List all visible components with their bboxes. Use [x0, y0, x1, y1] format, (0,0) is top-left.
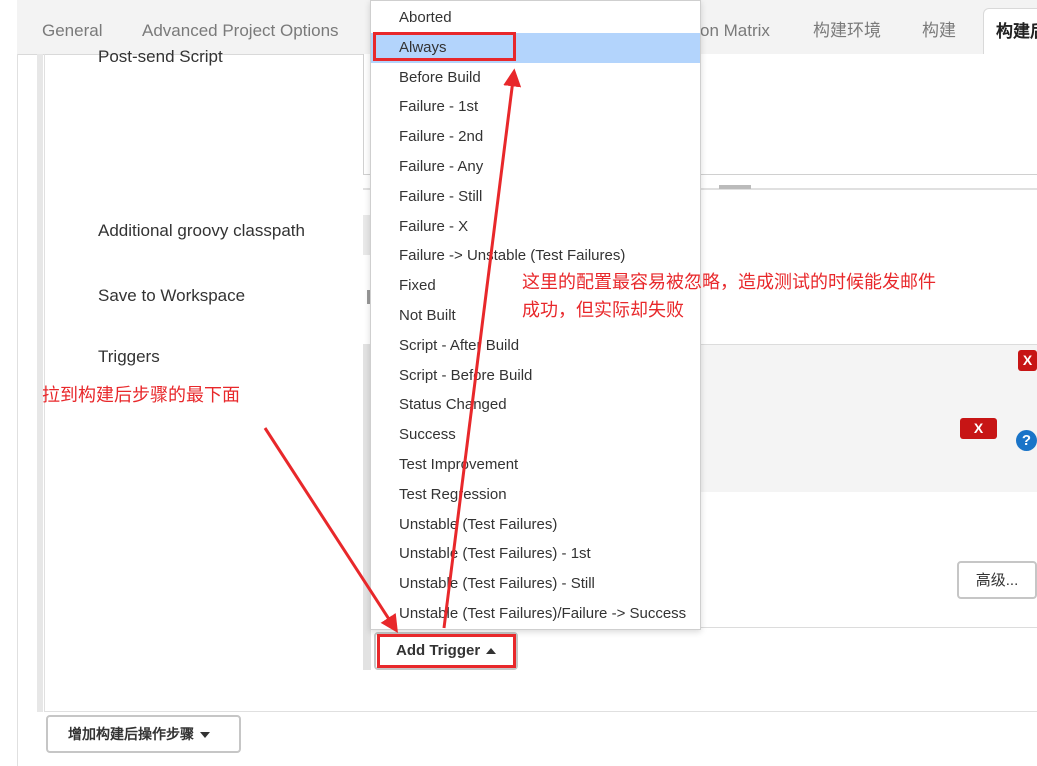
- annotation-scroll-note: 拉到构建后步骤的最下面: [42, 385, 240, 406]
- delete-trigger-button[interactable]: X: [960, 418, 997, 439]
- triggers-label: Triggers: [98, 347, 160, 366]
- tab-matrix[interactable]: on Matrix: [700, 0, 770, 54]
- menu-item-before-build[interactable]: Before Build: [371, 63, 700, 93]
- tab-post-build[interactable]: 构建后: [983, 8, 1037, 59]
- menu-item-unstable-still[interactable]: Unstable (Test Failures) - Still: [371, 569, 700, 599]
- menu-item-success[interactable]: Success: [371, 420, 700, 450]
- save-to-workspace-label: Save to Workspace: [98, 286, 246, 305]
- section-divider: [44, 711, 1037, 712]
- menu-item-failure-to-unstable[interactable]: Failure -> Unstable (Test Failures): [371, 241, 700, 271]
- tab-advanced-project-options[interactable]: Advanced Project Options: [142, 0, 339, 54]
- post-send-script-label: Post-send Script: [98, 47, 223, 66]
- groovy-classpath-label: Additional groovy classpath: [98, 221, 305, 240]
- menu-item-unstable[interactable]: Unstable (Test Failures): [371, 510, 700, 540]
- delete-trigger-button[interactable]: X: [1018, 350, 1037, 371]
- menu-item-script-before-build[interactable]: Script - Before Build: [371, 361, 700, 391]
- add-post-build-step-button[interactable]: 增加构建后操作步骤: [46, 715, 241, 753]
- highlight-add-trigger-box: [377, 634, 516, 668]
- add-post-build-step-label: 增加构建后操作步骤: [68, 726, 194, 742]
- menu-item-aborted[interactable]: Aborted: [371, 3, 700, 33]
- menu-item-failure-any[interactable]: Failure - Any: [371, 152, 700, 182]
- caret-down-icon: [200, 732, 210, 739]
- menu-item-unstable-failure-to-success[interactable]: Unstable (Test Failures)/Failure -> Succ…: [371, 599, 700, 629]
- help-icon[interactable]: ?: [1016, 430, 1037, 451]
- menu-item-unstable-1st[interactable]: Unstable (Test Failures) - 1st: [371, 539, 700, 569]
- tab-general[interactable]: General: [42, 0, 102, 54]
- menu-item-script-after-build[interactable]: Script - After Build: [371, 331, 700, 361]
- resize-grip[interactable]: [719, 185, 751, 189]
- annotation-config-note-line1: 这里的配置最容易被忽略，造成测试的时候能发邮件: [522, 272, 936, 293]
- menu-item-status-changed[interactable]: Status Changed: [371, 390, 700, 420]
- menu-item-failure-x[interactable]: Failure - X: [371, 212, 700, 242]
- menu-item-test-improvement[interactable]: Test Improvement: [371, 450, 700, 480]
- highlight-always-box: [373, 32, 516, 61]
- menu-item-failure-still[interactable]: Failure - Still: [371, 182, 700, 212]
- tab-build[interactable]: 构建: [922, 0, 956, 54]
- advanced-button[interactable]: 高级...: [957, 561, 1037, 599]
- left-border: [17, 54, 18, 766]
- tab-build-environment[interactable]: 构建环境: [813, 0, 881, 54]
- annotation-config-note-line2: 成功，但实际却失败: [522, 300, 684, 321]
- menu-item-failure-2nd[interactable]: Failure - 2nd: [371, 122, 700, 152]
- menu-item-test-regression[interactable]: Test Regression: [371, 480, 700, 510]
- menu-item-failure-1st[interactable]: Failure - 1st: [371, 92, 700, 122]
